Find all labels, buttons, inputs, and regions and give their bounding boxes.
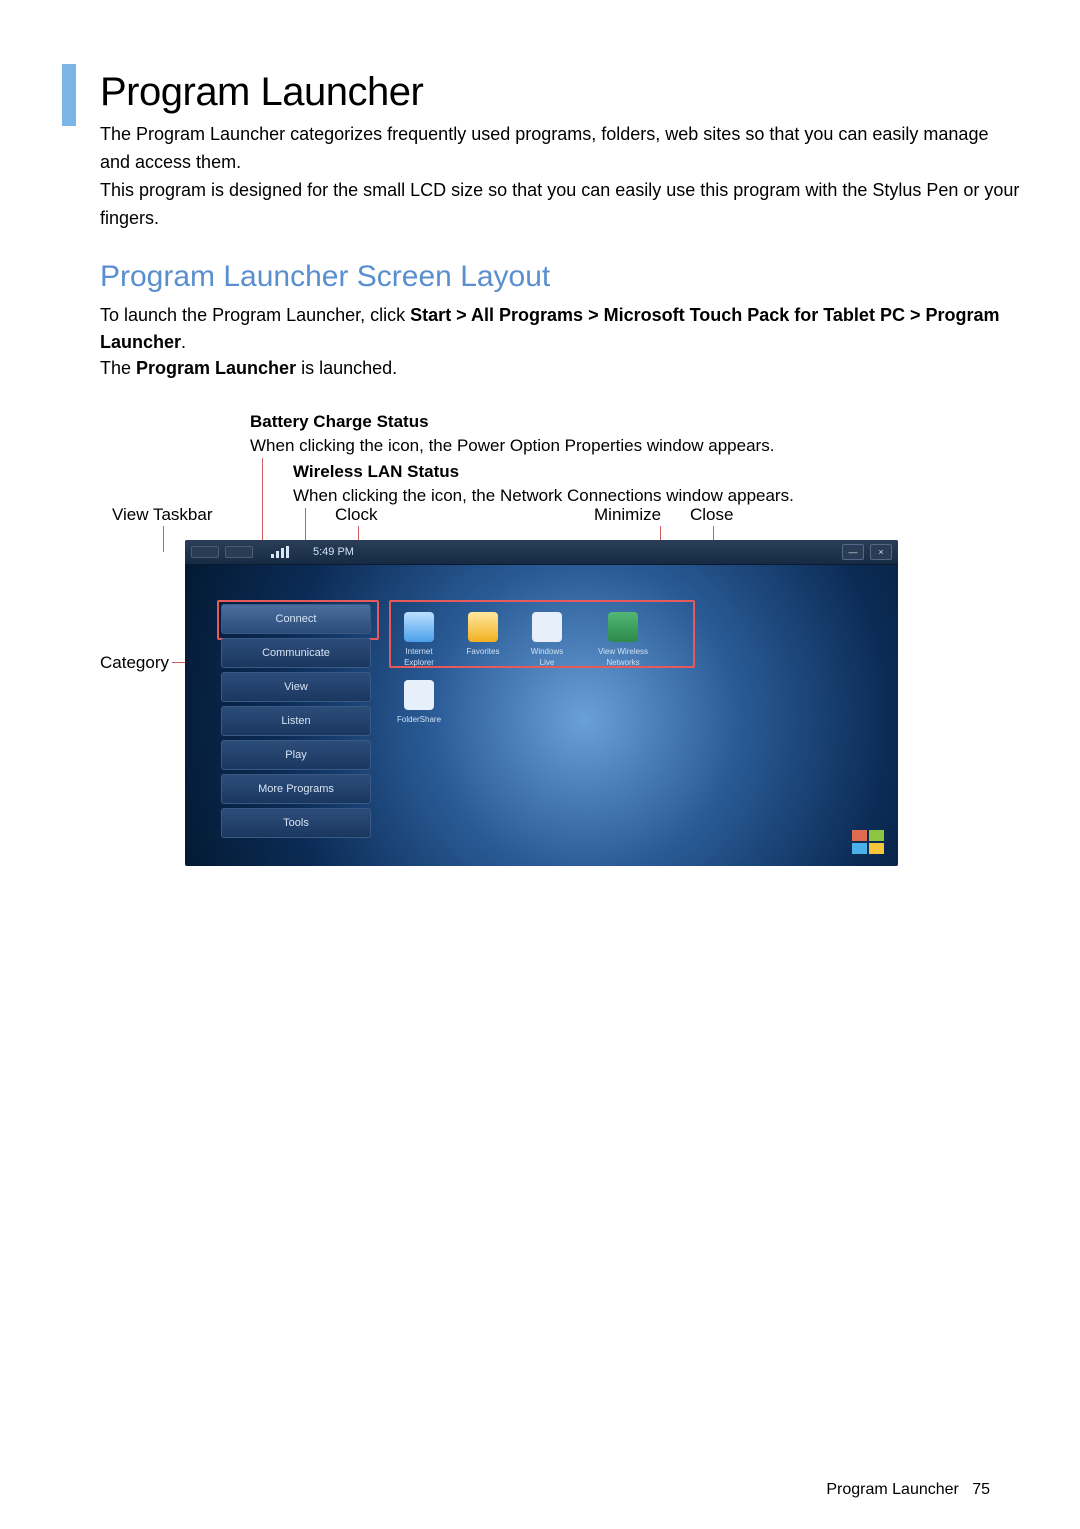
category-play[interactable]: Play — [221, 740, 371, 770]
callout-wireless: Wireless LAN Status When clicking the ic… — [293, 460, 893, 508]
callout-battery-desc: When clicking the icon, the Power Option… — [250, 436, 774, 455]
category-view[interactable]: View — [221, 672, 371, 702]
shortcut-view-wireless-networks[interactable]: View Wireless Networks — [597, 612, 649, 668]
text: is launched. — [296, 358, 397, 378]
shortcut-label: Windows Live — [525, 646, 569, 668]
text: To launch the Program Launcher, click — [100, 305, 410, 325]
shortcut-internet-explorer[interactable]: Internet Explorer — [397, 612, 441, 668]
shortcut-favorites[interactable]: Favorites — [461, 612, 505, 657]
shortcut-foldershare[interactable]: FolderShare — [397, 680, 441, 725]
shortcut-label: FolderShare — [397, 714, 441, 725]
footer-page: 75 — [972, 1481, 990, 1498]
minimize-button[interactable]: — — [842, 544, 864, 560]
shortcut-windows-live[interactable]: Windows Live — [525, 612, 569, 668]
launch-instructions: To launch the Program Launcher, click St… — [100, 302, 1020, 356]
windows-logo-icon — [852, 830, 886, 856]
program-launcher-screenshot: 5:49 PM — × Connect Communicate View Lis… — [185, 540, 898, 866]
callout-battery-title: Battery Charge Status — [250, 410, 890, 434]
callout-view-taskbar-label: View Taskbar — [112, 505, 212, 525]
wireless-signal-icon[interactable] — [271, 546, 293, 558]
program-name: Program Launcher — [136, 358, 296, 378]
launched-text: The Program Launcher is launched. — [100, 355, 1020, 382]
network-icon — [608, 612, 638, 642]
launcher-topbar: 5:49 PM — × — [185, 540, 898, 565]
page-title: Program Launcher — [100, 70, 423, 115]
callout-wireless-desc: When clicking the icon, the Network Conn… — [293, 486, 794, 505]
windows-live-icon — [532, 612, 562, 642]
shortcut-label: View Wireless Networks — [597, 646, 649, 668]
callout-wireless-title: Wireless LAN Status — [293, 460, 893, 484]
page-footer: Program Launcher 75 — [826, 1481, 990, 1499]
category-communicate[interactable]: Communicate — [221, 638, 371, 668]
close-button[interactable]: × — [870, 544, 892, 560]
footer-label: Program Launcher — [826, 1481, 959, 1498]
clock-text: 5:49 PM — [313, 546, 354, 558]
category-connect[interactable]: Connect — [221, 604, 371, 634]
category-list: Connect Communicate View Listen Play Mor… — [221, 604, 371, 842]
callout-line — [163, 526, 164, 552]
category-more-programs[interactable]: More Programs — [221, 774, 371, 804]
view-taskbar-button[interactable] — [191, 546, 219, 558]
star-icon — [468, 612, 498, 642]
ie-icon — [404, 612, 434, 642]
battery-status-icon[interactable] — [225, 546, 253, 558]
intro-paragraph: The Program Launcher categorizes frequen… — [100, 120, 1020, 232]
callout-battery: Battery Charge Status When clicking the … — [250, 410, 890, 458]
callout-close-label: Close — [690, 505, 733, 525]
shortcut-label: Internet Explorer — [397, 646, 441, 668]
accent-bar — [62, 64, 76, 126]
category-tools[interactable]: Tools — [221, 808, 371, 838]
callout-clock-label: Clock — [335, 505, 378, 525]
callout-category-label: Category — [100, 653, 169, 673]
text: The — [100, 358, 136, 378]
callout-minimize-label: Minimize — [594, 505, 661, 525]
text: . — [181, 332, 186, 352]
shortcut-label: Favorites — [461, 646, 505, 657]
category-listen[interactable]: Listen — [221, 706, 371, 736]
callout-line — [262, 458, 263, 552]
section-heading: Program Launcher Screen Layout — [100, 260, 550, 294]
foldershare-icon — [404, 680, 434, 710]
